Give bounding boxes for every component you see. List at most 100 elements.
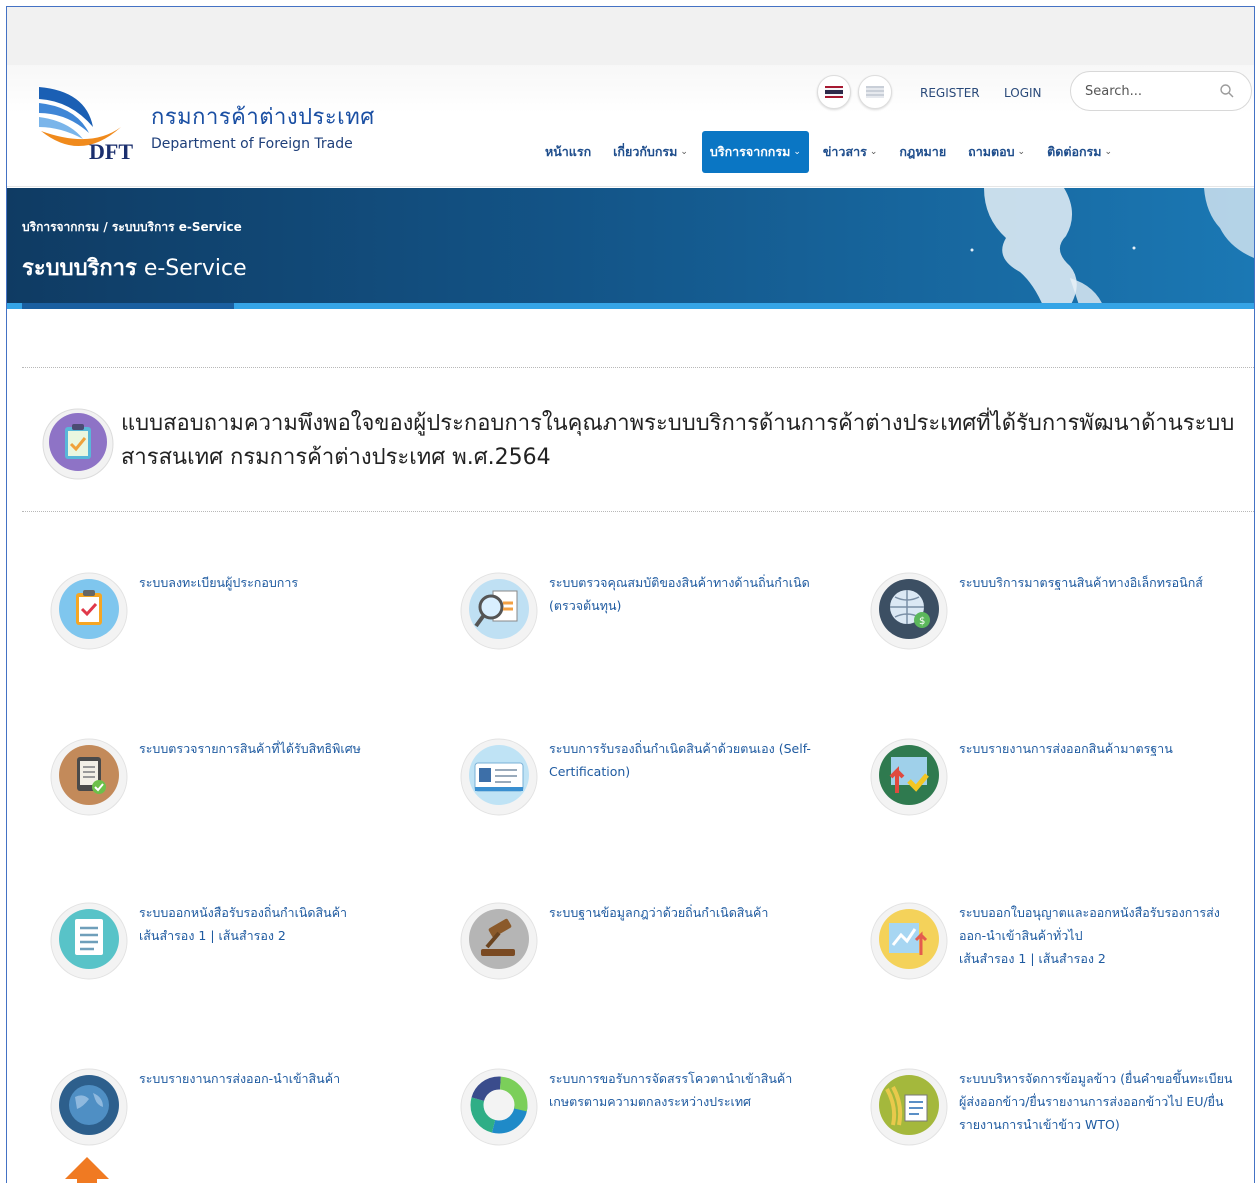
- survey-link[interactable]: แบบสอบถามความพึงพอใจของผู้ประกอบการในคุณ…: [41, 405, 1251, 485]
- service-title: ระบบลงทะเบียนผู้ประกอบการ: [139, 575, 299, 590]
- world-globe-icon: [49, 1067, 129, 1147]
- logo-title-thai: กรมการค้าต่างประเทศ: [151, 105, 375, 130]
- chevron-down-icon: ⌄: [1104, 147, 1113, 157]
- banner-underline-accent: [22, 303, 234, 309]
- service-text: ระบบตรวจคุณสมบัติของสินค้าทางด้านถิ่นกำเ…: [549, 571, 824, 617]
- thai-flag-icon: [825, 86, 843, 98]
- service-item[interactable]: ระบบออกหนังสือรับรองถิ่นกำเนิดสินค้า เส้น…: [49, 901, 409, 1011]
- page-banner: บริการจากกรม / ระบบบริการ e-Service ระบบ…: [7, 188, 1254, 308]
- service-title: ระบบตรวจคุณสมบัติของสินค้าทางด้านถิ่นกำเ…: [549, 575, 810, 613]
- page-title-thai: ระบบบริการ: [22, 256, 137, 281]
- service-title: ระบบฐานข้อมูลกฎว่าด้วยถิ่นกำเนิดสินค้า: [549, 905, 769, 920]
- nav-item-label: ข่าวสาร: [822, 144, 867, 159]
- backup-links[interactable]: เส้นสำรอง 1 | เส้นสำรอง 2: [139, 924, 414, 947]
- top-strip: [7, 7, 1254, 65]
- orange-arrow-icon: [65, 1157, 109, 1183]
- chevron-down-icon: ⌄: [869, 147, 878, 157]
- service-item[interactable]: ระบบออกใบอนุญาตและออกหนังสือรับรองการส่ง…: [869, 901, 1229, 1011]
- divider: [22, 367, 1254, 368]
- service-title: ระบบออกใบอนุญาตและออกหนังสือรับรองการส่ง…: [959, 905, 1220, 943]
- service-text: ระบบบริการมาตรฐานสินค้าทางอิเล็กทรอนิกส์: [959, 571, 1234, 594]
- id-card-icon: [459, 737, 539, 817]
- nav-item-label: บริการจากกรม: [709, 144, 791, 159]
- nav-item-label: หน้าแรก: [545, 144, 592, 159]
- main-nav: หน้าแรก เกี่ยวกับกรม ⌄ บริการจากกรม ⌄ ข่าวสาร…: [537, 131, 1126, 173]
- service-item[interactable]: ระบบบริหารจัดการข้อมูลข้าว (ยื่นคำขอขึ้น…: [869, 1067, 1232, 1177]
- site-header: DFT กรมการค้าต่างประเทศ Department of Fo…: [7, 65, 1254, 187]
- thai-flag-button[interactable]: [817, 75, 851, 109]
- gavel-icon: [459, 901, 539, 981]
- service-text: ระบบรายงานการส่งออก-นำเข้าสินค้า: [139, 1067, 414, 1090]
- chevron-down-icon: ⌄: [1017, 147, 1026, 157]
- search-icon[interactable]: [1219, 83, 1235, 99]
- dft-logo[interactable]: DFT: [31, 81, 151, 164]
- divider: [22, 511, 1254, 512]
- service-item[interactable]: ระบบฐานข้อมูลกฎว่าด้วยถิ่นกำเนิดสินค้า: [459, 901, 819, 1011]
- search-box: [1070, 71, 1252, 111]
- backup-links[interactable]: เส้นสำรอง 1 | เส้นสำรอง 2: [959, 947, 1234, 970]
- service-item[interactable]: ระบบการรับรองถิ่นกำเนิดสินค้าด้วยตนเอง (…: [459, 737, 819, 847]
- world-map-graphic: [970, 188, 1254, 308]
- login-link[interactable]: LOGIN: [1004, 86, 1042, 100]
- service-title: ระบบบริการมาตรฐานสินค้าทางอิเล็กทรอนิกส์: [959, 575, 1203, 590]
- search-input[interactable]: [1085, 81, 1215, 101]
- nav-item[interactable]: กฎหมาย: [891, 131, 954, 173]
- nav-item-label: กฎหมาย: [899, 144, 947, 159]
- breadcrumb: บริการจากกรม / ระบบบริการ e-Service: [22, 220, 242, 234]
- dft-logo-icon: DFT: [39, 87, 133, 164]
- service-item[interactable]: $ ระบบบริการมาตรฐานสินค้าทางอิเล็กทรอนิกส…: [869, 571, 1229, 681]
- tablet-check-icon: [49, 737, 129, 817]
- service-item[interactable]: ระบบตรวจรายการสินค้าที่ได้รับสิทธิพิเศษ: [49, 737, 409, 847]
- nav-item-label: เกี่ยวกับกรม: [613, 144, 678, 159]
- page-title-english: e-Service: [136, 256, 247, 281]
- service-text: ระบบการขอรับการจัดสรรโควตานำเข้าสินค้าเก…: [549, 1067, 824, 1113]
- nav-item[interactable]: ถามตอบ ⌄: [960, 131, 1033, 173]
- service-text: ระบบรายงานการส่งออกสินค้ามาตรฐาน: [959, 737, 1234, 760]
- nav-item[interactable]: ข่าวสาร ⌄: [815, 131, 886, 173]
- chevron-down-icon: ⌄: [793, 147, 801, 157]
- service-title: ระบบตรวจรายการสินค้าที่ได้รับสิทธิพิเศษ: [139, 741, 361, 756]
- service-title: ระบบบริหารจัดการข้อมูลข้าว (ยื่นคำขอขึ้น…: [959, 1071, 1233, 1132]
- magnifier-document-icon: [459, 571, 539, 651]
- nav-item[interactable]: หน้าแรก: [537, 131, 599, 173]
- checklist-icon: [49, 901, 129, 981]
- chart-arrows-icon: [869, 737, 949, 817]
- clipboard-check-icon: [49, 571, 129, 651]
- donut-chart-icon: [459, 1067, 539, 1147]
- survey-title: แบบสอบถามความพึงพอใจของผู้ประกอบการในคุณ…: [121, 411, 1235, 470]
- service-item[interactable]: ระบบการขอรับการจัดสรรโควตานำเข้าสินค้าเก…: [459, 1067, 819, 1177]
- service-title: ระบบรายงานการส่งออก-นำเข้าสินค้า: [139, 1071, 341, 1086]
- service-text: ระบบฐานข้อมูลกฎว่าด้วยถิ่นกำเนิดสินค้า: [549, 901, 824, 924]
- service-title: ระบบรายงานการส่งออกสินค้ามาตรฐาน: [959, 741, 1173, 756]
- service-text: ระบบตรวจรายการสินค้าที่ได้รับสิทธิพิเศษ: [139, 737, 414, 760]
- register-link[interactable]: REGISTER: [920, 86, 980, 100]
- service-item[interactable]: ระบบตรวจคุณสมบัติของสินค้าทางด้านถิ่นกำเ…: [459, 571, 819, 681]
- service-title: ระบบการรับรองถิ่นกำเนิดสินค้าด้วยตนเอง (…: [549, 741, 811, 779]
- page-title: ระบบบริการ e-Service: [22, 250, 247, 285]
- chevron-down-icon: ⌄: [680, 147, 688, 157]
- svg-text:DFT: DFT: [89, 139, 133, 163]
- service-text: ระบบการรับรองถิ่นกำเนิดสินค้าด้วยตนเอง (…: [549, 737, 824, 783]
- nav-item[interactable]: เกี่ยวกับกรม ⌄: [605, 131, 696, 173]
- english-flag-icon: [866, 86, 884, 98]
- service-title: ระบบการขอรับการจัดสรรโควตานำเข้าสินค้าเก…: [549, 1071, 793, 1109]
- logo-text: กรมการค้าต่างประเทศ Department of Foreig…: [151, 99, 375, 152]
- service-title: ระบบออกหนังสือรับรองถิ่นกำเนิดสินค้า: [139, 905, 348, 920]
- rice-document-icon: [869, 1067, 949, 1147]
- nav-item-label: ติดต่อกรม: [1047, 144, 1102, 159]
- browser-page: DFT กรมการค้าต่างประเทศ Department of Fo…: [6, 6, 1255, 1183]
- service-item[interactable]: ระบบรายงานการส่งออกสินค้ามาตรฐาน: [869, 737, 1229, 847]
- service-text: ระบบออกใบอนุญาตและออกหนังสือรับรองการส่ง…: [959, 901, 1234, 970]
- nav-item[interactable]: บริการจากกรม ⌄: [701, 131, 809, 173]
- service-text: ระบบลงทะเบียนผู้ประกอบการ: [139, 571, 414, 594]
- svg-text:$: $: [919, 616, 925, 627]
- survey-clipboard-icon: [42, 408, 114, 480]
- service-text: ระบบออกหนังสือรับรองถิ่นกำเนิดสินค้าเส้น…: [139, 901, 414, 947]
- nav-item[interactable]: ติดต่อกรม ⌄: [1039, 131, 1120, 173]
- globe-money-icon: $: [869, 571, 949, 651]
- import-export-chart-icon: [869, 901, 949, 981]
- service-item[interactable]: ระบบลงทะเบียนผู้ประกอบการ: [49, 571, 409, 681]
- english-flag-button[interactable]: [858, 75, 892, 109]
- nav-item-label: ถามตอบ: [968, 144, 1015, 159]
- service-text: ระบบบริหารจัดการข้อมูลข้าว (ยื่นคำขอขึ้น…: [959, 1067, 1234, 1136]
